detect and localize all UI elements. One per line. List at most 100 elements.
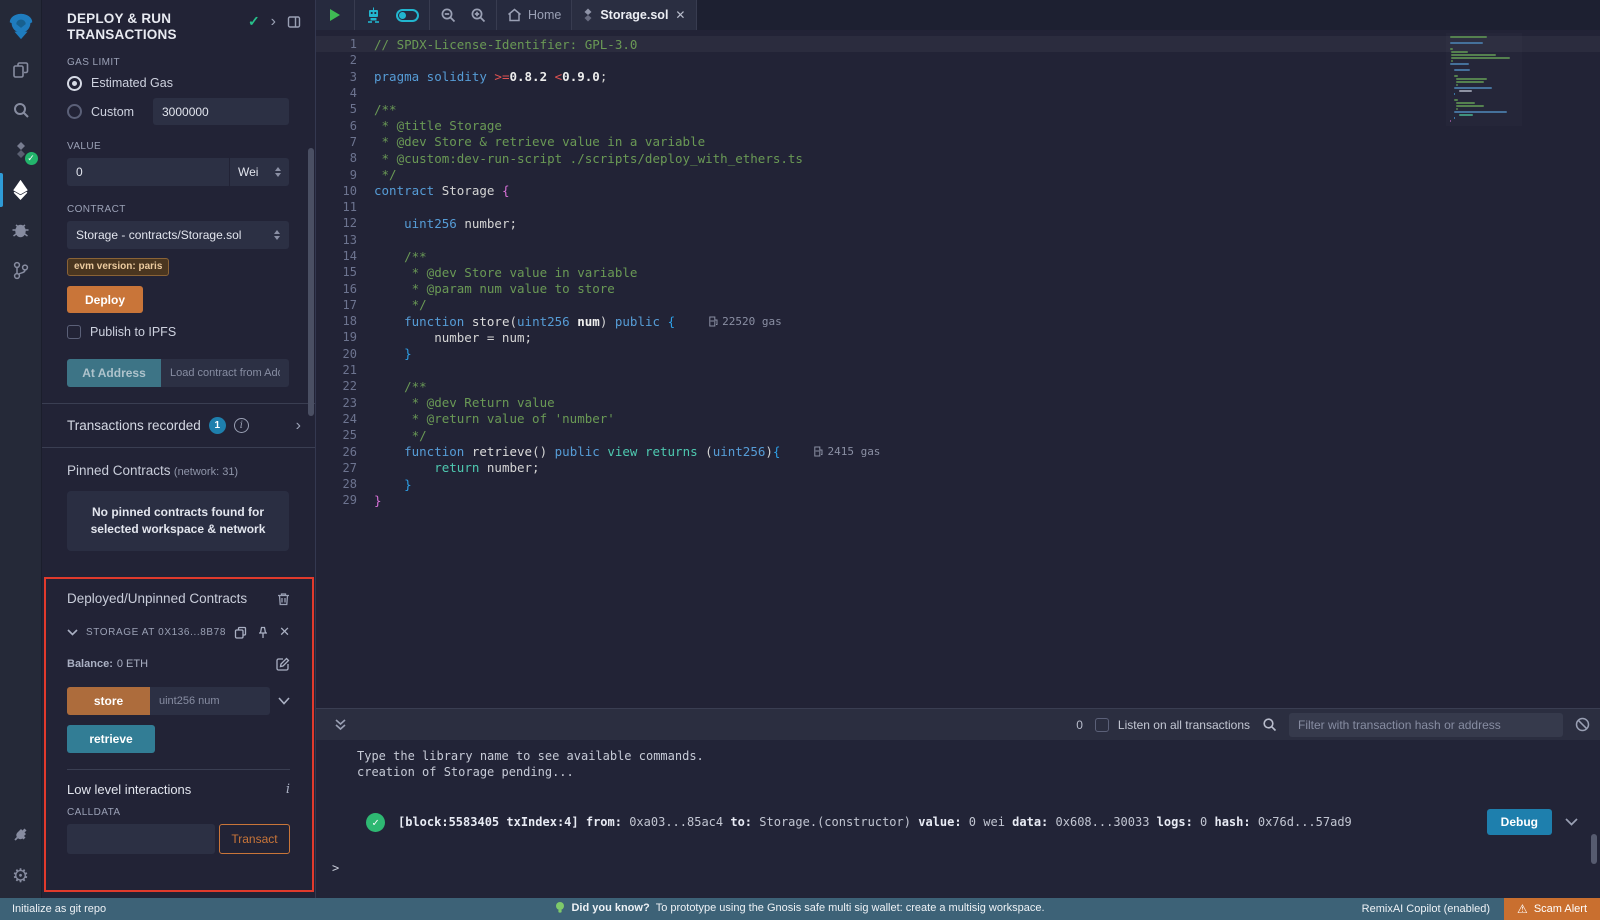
zoom-in-icon[interactable] <box>470 7 486 23</box>
code-line[interactable]: 29} <box>316 492 1600 508</box>
code-line[interactable]: 21 <box>316 362 1600 378</box>
calldata-input[interactable] <box>67 824 215 854</box>
editor-minimap[interactable] <box>1446 33 1522 126</box>
at-address-button[interactable]: At Address <box>67 359 161 387</box>
custom-gas-input[interactable] <box>153 98 289 125</box>
remix-logo-icon[interactable] <box>0 2 42 50</box>
value-input[interactable] <box>67 158 229 186</box>
code-line[interactable]: 18 function store(uint256 num) public {2… <box>316 313 1600 329</box>
panel-scrollbar[interactable] <box>308 148 314 416</box>
code-line[interactable]: 28 } <box>316 476 1600 492</box>
line-number: 7 <box>316 135 374 149</box>
code-editor[interactable]: 1// SPDX-License-Identifier: GPL-3.023pr… <box>316 30 1600 708</box>
code-line[interactable]: 6 * @title Storage <box>316 117 1600 133</box>
git-init-action[interactable]: Initialize as git repo <box>0 903 106 915</box>
plugin-manager-icon[interactable] <box>0 814 42 854</box>
remove-instance-icon[interactable]: ✕ <box>279 624 290 640</box>
expand-transactions-icon[interactable]: › <box>296 421 301 431</box>
collapse-chevron-icon[interactable] <box>67 629 78 636</box>
listen-all-option[interactable]: Listen on all transactions <box>1095 718 1250 732</box>
code-line[interactable]: 25 */ <box>316 427 1600 443</box>
store-function-button[interactable]: store <box>67 687 150 715</box>
trash-icon[interactable] <box>277 592 290 606</box>
retrieve-function-button[interactable]: retrieve <box>67 725 155 753</box>
at-address-input[interactable] <box>161 359 289 387</box>
code-line[interactable]: 22 /** <box>316 378 1600 394</box>
code-line[interactable]: 19 number = num; <box>316 329 1600 345</box>
transaction-filter-input[interactable] <box>1289 713 1563 737</box>
code-line[interactable]: 16 * @param num value to store <box>316 280 1600 296</box>
expand-log-chevron-icon[interactable] <box>1565 818 1578 826</box>
code-line[interactable]: 9 */ <box>316 166 1600 182</box>
code-line[interactable]: 11 <box>316 199 1600 215</box>
deploy-button[interactable]: Deploy <box>67 286 143 313</box>
code-line[interactable]: 2 <box>316 52 1600 68</box>
code-line[interactable]: 27 return number; <box>316 460 1600 476</box>
edit-icon[interactable] <box>276 657 290 671</box>
custom-gas-option[interactable]: Custom <box>67 98 289 125</box>
pin-panel-icon[interactable] <box>287 15 301 29</box>
value-unit-select[interactable]: Wei <box>230 158 289 186</box>
code-line[interactable]: 8 * @custom:dev-run-script ./scripts/dep… <box>316 150 1600 166</box>
home-tab-label[interactable]: Home <box>528 8 561 22</box>
terminal-scrollbar[interactable] <box>1591 834 1597 864</box>
run-script-icon[interactable] <box>330 9 340 21</box>
remixai-assistant-icon[interactable] <box>365 7 382 24</box>
solidity-compiler-icon[interactable]: ✓ <box>0 130 42 170</box>
low-level-info-icon[interactable]: i <box>286 782 290 797</box>
pin-icon[interactable] <box>257 626 269 639</box>
line-number: 12 <box>316 216 374 230</box>
deploy-and-run-icon[interactable] <box>0 170 42 210</box>
code-line[interactable]: 23 * @dev Return value <box>316 395 1600 411</box>
contract-instance-label[interactable]: STORAGE AT 0X136...8B78 <box>86 627 226 638</box>
expand-terminal-icon[interactable] <box>334 718 347 731</box>
code-line[interactable]: 15 * @dev Store value in variable <box>316 264 1600 280</box>
code-line[interactable]: 10contract Storage { <box>316 183 1600 199</box>
code-line[interactable]: 20 } <box>316 346 1600 362</box>
workspaces-icon[interactable] <box>0 50 42 90</box>
tab-storage-sol[interactable]: Storage.sol ✕ <box>572 0 697 30</box>
debugger-icon[interactable] <box>0 210 42 250</box>
code-line[interactable]: 24 * @return value of 'number' <box>316 411 1600 427</box>
code-line[interactable]: 26 function retrieve() public view retur… <box>316 443 1600 459</box>
contract-select[interactable]: Storage - contracts/Storage.sol <box>67 221 289 249</box>
chevron-right-icon[interactable]: › <box>271 17 276 27</box>
minimap-line <box>1456 105 1484 107</box>
home-icon[interactable] <box>507 8 522 22</box>
expand-args-chevron-icon[interactable] <box>278 697 290 705</box>
code-line[interactable]: 7 * @dev Store & retrieve value in a var… <box>316 134 1600 150</box>
estimated-gas-option[interactable]: Estimated Gas <box>67 74 289 92</box>
code-line[interactable]: 17 */ <box>316 297 1600 313</box>
compiled-check-icon: ✓ <box>248 13 260 30</box>
copilot-status[interactable]: RemixAI Copilot (enabled) <box>1362 903 1490 915</box>
git-icon[interactable] <box>0 250 42 290</box>
transaction-log-row[interactable]: ✓ [block:5583405 txIndex:4] from: 0xa03.… <box>316 809 1600 835</box>
transact-button[interactable]: Transact <box>219 824 290 854</box>
publish-ipfs-checkbox[interactable] <box>67 325 81 339</box>
estimated-gas-radio[interactable] <box>67 76 82 91</box>
listen-all-checkbox[interactable] <box>1095 718 1109 732</box>
copy-icon[interactable] <box>234 626 247 639</box>
zoom-out-icon[interactable] <box>440 7 456 23</box>
store-arg-input[interactable] <box>150 687 270 715</box>
settings-icon[interactable]: ⚙ <box>0 854 42 898</box>
code-line[interactable]: 5/** <box>316 101 1600 117</box>
code-line[interactable]: 4 <box>316 85 1600 101</box>
debug-button[interactable]: Debug <box>1487 809 1552 835</box>
scam-alert-button[interactable]: ⚠ Scam Alert <box>1504 898 1600 920</box>
copilot-toggle[interactable] <box>396 9 419 22</box>
info-icon[interactable]: i <box>234 418 249 433</box>
code-line[interactable]: 12 uint256 number; <box>316 215 1600 231</box>
terminal-prompt[interactable]: > <box>316 861 1600 875</box>
code-line[interactable]: 14 /** <box>316 248 1600 264</box>
transactions-recorded-row[interactable]: Transactions recorded 1 i › <box>42 404 315 447</box>
publish-ipfs-option[interactable]: Publish to IPFS <box>67 325 289 339</box>
code-line[interactable]: 13 <box>316 232 1600 248</box>
clear-console-icon[interactable] <box>1575 717 1590 732</box>
code-line[interactable]: 1// SPDX-License-Identifier: GPL-3.0 <box>316 36 1600 52</box>
search-icon[interactable] <box>0 90 42 130</box>
close-tab-icon[interactable]: ✕ <box>675 8 685 22</box>
code-line[interactable]: 3pragma solidity >=0.8.2 <0.9.0; <box>316 69 1600 85</box>
custom-gas-radio[interactable] <box>67 104 82 119</box>
terminal[interactable]: Type the library name to see available c… <box>316 740 1600 898</box>
